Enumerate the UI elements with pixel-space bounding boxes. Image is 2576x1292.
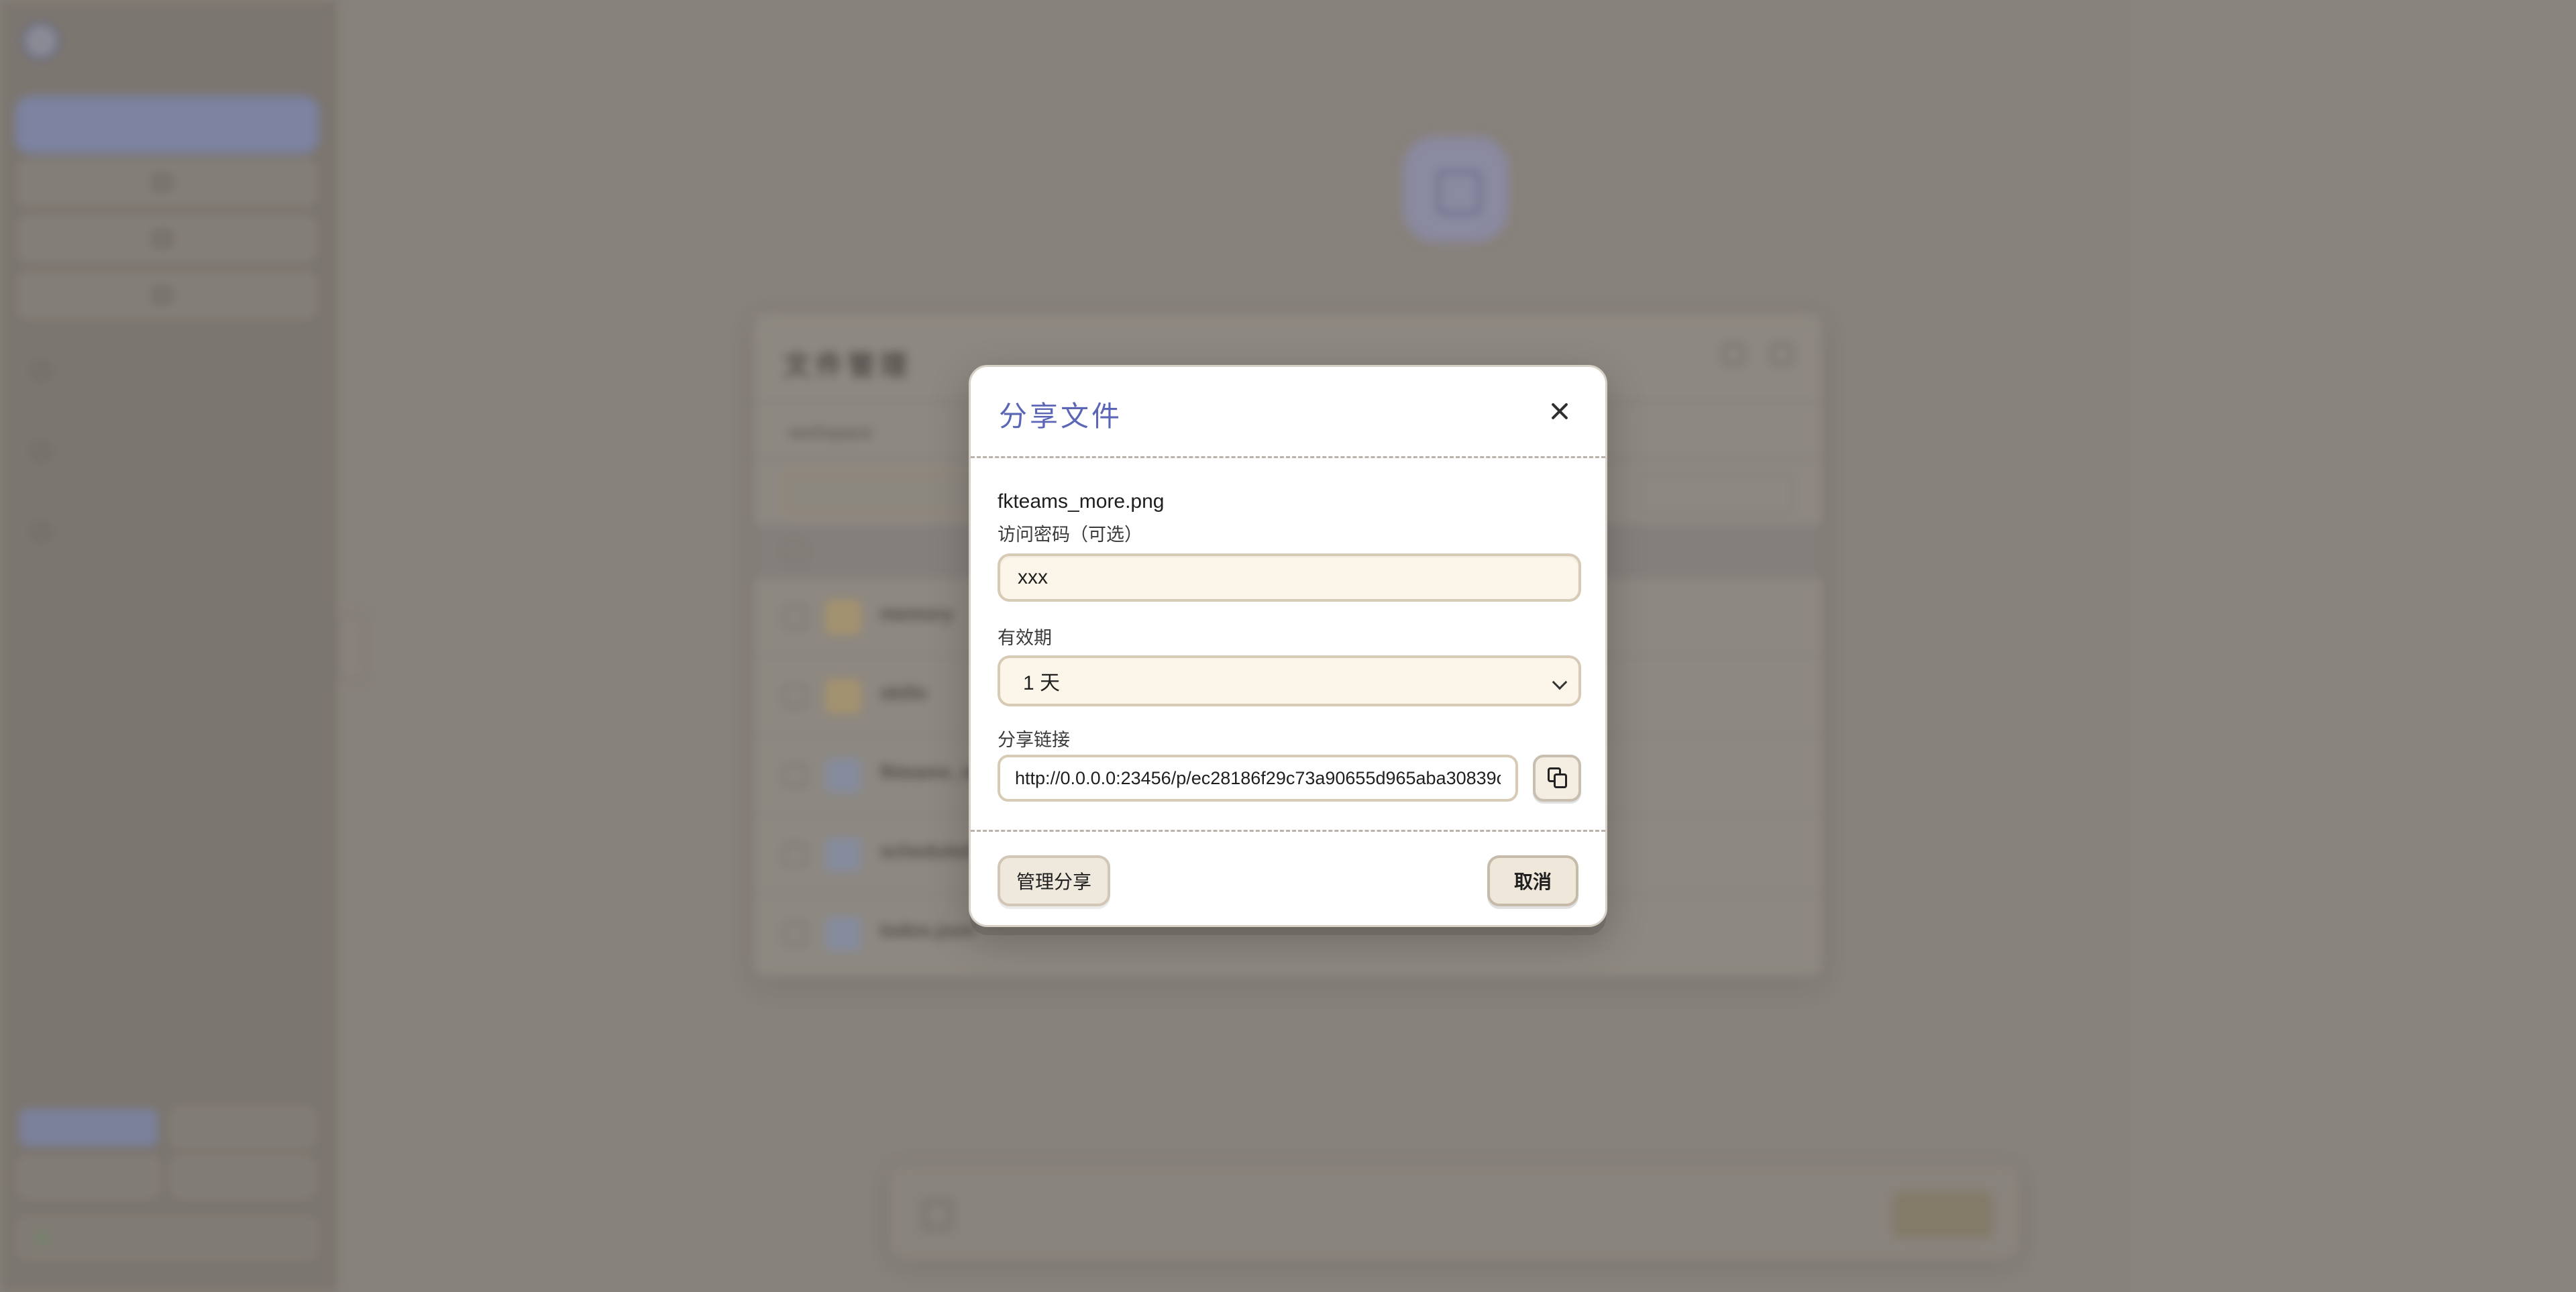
shared-file-name: fkteams_more.png xyxy=(998,490,1165,513)
dialog-title: 分享文件 xyxy=(999,400,1123,433)
dialog-header: 分享文件 xyxy=(971,367,1605,458)
manage-shares-button[interactable]: 管理分享 xyxy=(998,855,1110,906)
password-input[interactable] xyxy=(998,553,1581,602)
expiry-label: 有效期 xyxy=(998,628,1052,648)
share-link-field[interactable] xyxy=(998,755,1518,802)
footer-divider xyxy=(971,830,1605,832)
expiry-select[interactable]: 1 天 xyxy=(998,655,1581,706)
close-icon[interactable] xyxy=(1545,396,1574,426)
copy-link-button[interactable] xyxy=(1533,755,1581,802)
copy-icon-front xyxy=(1554,773,1567,788)
expiry-selected-value: 1 天 xyxy=(1023,672,1061,694)
chevron-down-icon xyxy=(1552,674,1568,690)
share-link-label: 分享链接 xyxy=(998,730,1070,750)
share-file-dialog: 分享文件 fkteams_more.png 访问密码（可选） 有效期 1 天 分… xyxy=(969,365,1607,927)
password-label: 访问密码（可选） xyxy=(998,525,1142,545)
cancel-button[interactable]: 取消 xyxy=(1487,855,1578,906)
